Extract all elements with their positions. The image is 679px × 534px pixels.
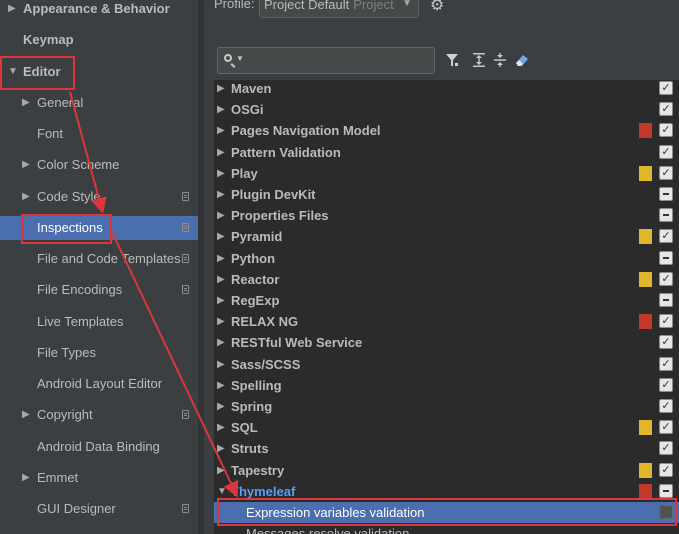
annotation-arrow-to-expression — [111, 231, 239, 498]
annotation-arrow-to-inspections — [69, 91, 107, 214]
annotation-arrows — [69, 91, 239, 498]
